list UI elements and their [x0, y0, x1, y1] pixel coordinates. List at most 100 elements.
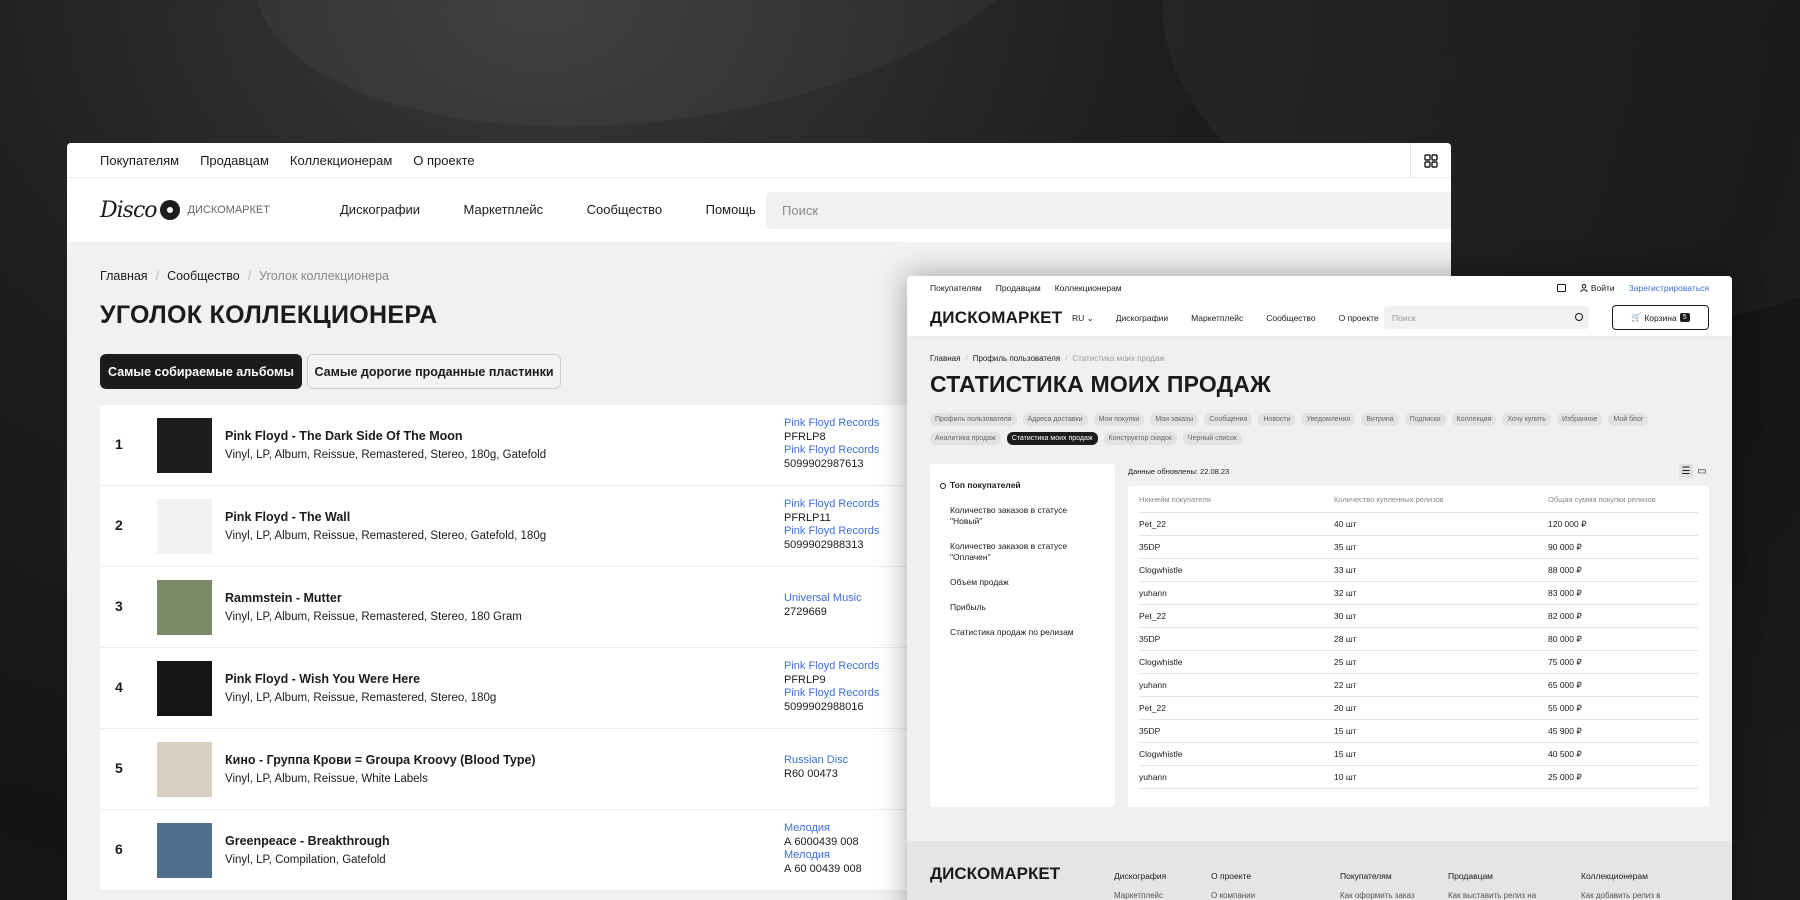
profile-tab-chip[interactable]: Аналитика продаж [930, 432, 1001, 445]
nav-community[interactable]: Сообщество [587, 202, 663, 217]
album-cover-image[interactable] [157, 823, 212, 878]
buyer-nickname[interactable]: yuhann [1139, 588, 1334, 598]
breadcrumb-home[interactable]: Главная [100, 269, 148, 283]
nav-community[interactable]: Сообщество [1266, 313, 1315, 323]
footer-col-title[interactable]: Продавцам [1448, 867, 1536, 886]
topbar-link-about[interactable]: О проекте [413, 153, 474, 168]
album-cover-image[interactable] [157, 418, 212, 473]
topbar-link-collectors[interactable]: Коллекционерам [1055, 283, 1122, 293]
record-label-link[interactable]: Pink Floyd Records [784, 525, 879, 539]
profile-tab-chip[interactable]: Подписки [1404, 413, 1446, 426]
profile-tab-chip[interactable]: Новости [1258, 413, 1296, 426]
album-cover-image[interactable] [157, 499, 212, 554]
record-label-link[interactable]: Мелодия [784, 849, 862, 863]
topbar-link-sellers[interactable]: Продавцам [200, 153, 269, 168]
apps-grid-icon[interactable] [1410, 143, 1451, 178]
cart-button[interactable]: 🛒 Корзина 5 [1612, 305, 1709, 330]
nav-marketplace[interactable]: Маркетплейс [464, 202, 544, 217]
record-label-link[interactable]: Pink Floyd Records [784, 687, 879, 701]
footer-col-title[interactable]: О проекте [1211, 867, 1255, 886]
footer-col-title[interactable]: Дискография [1114, 867, 1166, 886]
album-cover-image[interactable] [157, 580, 212, 635]
column-header-total[interactable]: Общая сумма покупки релизов [1548, 495, 1698, 504]
footer-col-title[interactable]: Коллекционерам [1581, 867, 1660, 886]
stats-sidebar-item[interactable]: Топ покупателей [940, 480, 1100, 491]
topbar-link-sellers[interactable]: Продавцам [996, 283, 1041, 293]
profile-tab-chip[interactable]: Мои покупки [1093, 413, 1145, 426]
search-input[interactable]: Поиск [1384, 306, 1589, 329]
buyer-nickname[interactable]: yuhann [1139, 772, 1334, 782]
stats-sidebar-item[interactable]: Количество заказов в статусе "Оплачен" [950, 541, 1100, 563]
profile-tab-chip[interactable]: Профиль пользователя [930, 413, 1017, 426]
nav-help[interactable]: Помощь [706, 202, 756, 217]
nav-discographies[interactable]: Дискографии [340, 202, 420, 217]
chart-view-icon[interactable]: ▭ [1695, 464, 1709, 478]
profile-tab-chip[interactable]: Хочу купить [1502, 413, 1551, 426]
buyer-nickname[interactable]: Pet_22 [1139, 519, 1334, 529]
profile-tab-chip[interactable]: Избранное [1556, 413, 1603, 426]
stats-sidebar-item[interactable]: Прибыль [950, 602, 1100, 613]
buyer-nickname[interactable]: yuhann [1139, 680, 1334, 690]
album-title[interactable]: Greenpeace - Breakthrough [225, 834, 390, 848]
stats-sidebar-item[interactable]: Объем продаж [950, 577, 1100, 588]
profile-tab-chip[interactable]: Мои заказы [1150, 413, 1199, 426]
footer-link[interactable]: Маркетплейс [1114, 886, 1166, 900]
buyer-nickname[interactable]: Pet_22 [1139, 703, 1334, 713]
breadcrumb-profile[interactable]: Профиль пользователя [973, 354, 1060, 363]
footer-col-title[interactable]: Покупателям [1340, 867, 1415, 886]
nav-discographies[interactable]: Дискографии [1116, 313, 1168, 323]
breadcrumb-home[interactable]: Главная [930, 354, 960, 363]
site-logo[interactable]: ДИСКОМАРКЕТ [930, 308, 1072, 328]
profile-tab-chip[interactable]: Адреса доставки [1022, 413, 1088, 426]
buyer-nickname[interactable]: 35DP [1139, 542, 1334, 552]
breadcrumb-community[interactable]: Сообщество [167, 269, 240, 283]
profile-tab-chip[interactable]: Конструктор скидок [1103, 432, 1177, 445]
footer-link[interactable]: Как выставить релиз на [1448, 886, 1536, 900]
footer-link[interactable]: Как оформить заказ [1340, 886, 1415, 900]
stats-sidebar-item[interactable]: Статистика продаж по релизам [950, 627, 1100, 638]
album-cover-image[interactable] [157, 742, 212, 797]
album-title[interactable]: Rammstein - Mutter [225, 591, 342, 605]
buyer-nickname[interactable]: Clogwhistle [1139, 657, 1334, 667]
footer-link[interactable]: О компании [1211, 886, 1255, 900]
profile-tab-chip[interactable]: Статистика моих продаж [1006, 432, 1098, 445]
stats-sidebar-item[interactable]: Количество заказов в статусе "Новый" [950, 505, 1100, 527]
record-label-link[interactable]: Pink Floyd Records [784, 417, 879, 431]
column-header-count[interactable]: Количество купленных релизов [1334, 495, 1548, 504]
album-title[interactable]: Pink Floyd - Wish You Were Here [225, 672, 420, 686]
record-label-link[interactable]: Мелодия [784, 822, 862, 836]
profile-tab-chip[interactable]: Коллекция [1451, 413, 1497, 426]
topbar-link-buyers[interactable]: Покупателям [100, 153, 179, 168]
buyer-nickname[interactable]: Pet_22 [1139, 611, 1334, 621]
buyer-nickname[interactable]: 35DP [1139, 634, 1334, 644]
topbar-link-collectors[interactable]: Коллекционерам [290, 153, 392, 168]
search-input[interactable]: Поиск [766, 192, 1451, 229]
album-cover-image[interactable] [157, 661, 212, 716]
nav-about[interactable]: О проекте [1339, 313, 1379, 323]
register-link[interactable]: Зарегистрироваться [1629, 283, 1709, 293]
record-label-link[interactable]: Pink Floyd Records [784, 498, 879, 512]
site-logo[interactable]: Disco ДИСКОМАРКЕТ [100, 198, 340, 223]
album-title[interactable]: Pink Floyd - The Dark Side Of The Moon [225, 429, 463, 443]
chat-icon[interactable] [1556, 284, 1566, 292]
tab-most-expensive[interactable]: Самые дорогие проданные пластинки [307, 354, 561, 389]
record-label-link[interactable]: Pink Floyd Records [784, 444, 879, 458]
search-icon[interactable] [1575, 313, 1583, 321]
profile-tab-chip[interactable]: Уведомления [1301, 413, 1356, 426]
buyer-nickname[interactable]: Clogwhistle [1139, 749, 1334, 759]
buyer-nickname[interactable]: Clogwhistle [1139, 565, 1334, 575]
language-select[interactable]: RU ⌄ [1072, 313, 1094, 324]
buyer-nickname[interactable]: 35DP [1139, 726, 1334, 736]
profile-tab-chip[interactable]: Витрина [1361, 413, 1399, 426]
column-header-nickname[interactable]: Никнейм покупателя [1139, 495, 1334, 504]
topbar-link-buyers[interactable]: Покупателям [930, 283, 982, 293]
footer-logo[interactable]: ДИСКОМАРКЕТ [930, 864, 1060, 884]
album-title[interactable]: Кино - Группа Крови = Groupa Kroovy (Blo… [225, 753, 536, 767]
list-view-icon[interactable]: ☰ [1679, 464, 1693, 478]
record-label-link[interactable]: Pink Floyd Records [784, 660, 879, 674]
login-link[interactable]: Войти [1591, 283, 1615, 293]
profile-tab-chip[interactable]: Сообщения [1204, 413, 1253, 426]
record-label-link[interactable]: Universal Music [784, 592, 862, 606]
nav-marketplace[interactable]: Маркетплейс [1191, 313, 1243, 323]
album-title[interactable]: Pink Floyd - The Wall [225, 510, 350, 524]
